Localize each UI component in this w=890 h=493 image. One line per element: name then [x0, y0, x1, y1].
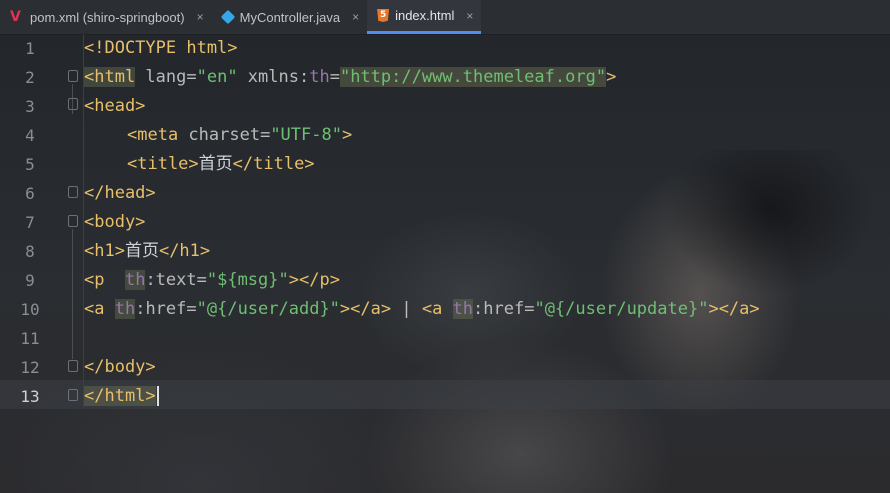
- tab-label: pom.xml (shiro-springboot): [30, 9, 185, 25]
- tag-token: </head>: [84, 183, 156, 203]
- tag-token: >: [341, 125, 353, 145]
- attr-token: :href=: [135, 299, 197, 319]
- code-line-10: <a th:href="@{/user/add}"></a> | <a th:h…: [84, 295, 760, 324]
- tag-token: <body>: [84, 212, 146, 232]
- namespace-token: th: [114, 299, 136, 319]
- code-line-12: </body>: [84, 353, 156, 382]
- tag-token: </html>: [84, 386, 156, 406]
- attr-token: xmlns:: [237, 67, 310, 87]
- value-token: "@{/user/add}": [196, 299, 340, 319]
- fold-marker-body-end[interactable]: [68, 360, 78, 372]
- value-token: "UTF-8": [270, 125, 342, 145]
- line-number: 3: [25, 97, 35, 116]
- fold-marker-head-end[interactable]: [68, 186, 78, 198]
- line-number: 10: [20, 300, 40, 319]
- tag-token: <title>: [127, 154, 199, 174]
- code-line-2: <html lang="en" xmlns:th="http://www.the…: [84, 63, 616, 92]
- line-number: 7: [25, 213, 35, 232]
- attr-token: lang=: [135, 67, 197, 87]
- text-token: |: [391, 299, 422, 319]
- html5-icon: 5: [377, 9, 390, 22]
- tag-token: <meta: [127, 125, 179, 145]
- fold-marker-html[interactable]: [68, 70, 78, 82]
- tab-label: index.html: [395, 8, 455, 23]
- attr-token: :href=: [473, 299, 535, 319]
- code-line-8: <h1>首页</h1>: [84, 237, 210, 266]
- tag-token: <head>: [84, 96, 146, 116]
- value-token: "${msg}": [206, 270, 289, 290]
- line-number: 12: [20, 358, 40, 377]
- attr-token: =: [329, 67, 340, 87]
- tag-token: </body>: [84, 357, 156, 377]
- code-line-9: <p th:text="${msg}"></p>: [84, 266, 340, 295]
- tag-token: <a: [421, 299, 453, 319]
- doctype-token: <!DOCTYPE html>: [84, 38, 238, 58]
- tab-index-html[interactable]: 5 index.html ×: [367, 0, 482, 34]
- tag-token: ></a>: [708, 299, 760, 319]
- value-token: "http://www.themeleaf.org": [339, 67, 607, 87]
- tag-token: ></p>: [288, 270, 340, 290]
- tag-token: <h1>: [84, 241, 125, 261]
- line-number: 1: [25, 39, 35, 58]
- tab-mycontroller-java[interactable]: MyController.java ×: [212, 0, 367, 34]
- attr-token: charset=: [178, 125, 271, 145]
- code-line-5: <title>首页</title>: [127, 150, 315, 179]
- code-line-7: <body>: [84, 208, 145, 237]
- line-number: 6: [25, 184, 35, 203]
- text-caret: [156, 386, 159, 406]
- fold-marker-head[interactable]: [68, 98, 78, 110]
- namespace-token: th: [124, 270, 146, 290]
- tag-token: ></a>: [339, 299, 392, 319]
- tag-token: </title>: [232, 154, 315, 174]
- code-line-4: <meta charset="UTF-8">: [127, 121, 352, 150]
- close-icon[interactable]: ×: [466, 9, 473, 23]
- tag-token: >: [606, 67, 617, 87]
- value-token: "@{/user/update}": [534, 299, 709, 319]
- java-class-icon: [220, 9, 235, 25]
- namespace-token: th: [452, 299, 474, 319]
- tag-token: </h1>: [158, 241, 211, 261]
- line-number: 8: [25, 242, 35, 261]
- line-number: 5: [25, 155, 35, 174]
- text-token: 首页: [198, 154, 233, 174]
- line-number-current: 13: [20, 387, 40, 406]
- maven-icon: V: [10, 9, 21, 25]
- code-line-3: <head>: [84, 92, 145, 121]
- fold-marker-html-end[interactable]: [68, 389, 78, 401]
- line-number: 4: [25, 126, 35, 145]
- close-icon[interactable]: ×: [352, 10, 359, 24]
- tag-token: <html: [84, 67, 136, 87]
- tag-token: <p: [84, 270, 125, 290]
- code-line-13: </html>: [84, 382, 159, 411]
- value-token: "en": [196, 67, 238, 87]
- code-editor[interactable]: 1 2 3 4 5 6 7 8 9 10 11 12 13 <!DOCTYPE …: [0, 34, 890, 493]
- fold-marker-body[interactable]: [68, 215, 78, 227]
- code-line-6: </head>: [84, 179, 156, 208]
- text-token: 首页: [124, 241, 159, 261]
- tab-label: MyController.java: [239, 9, 341, 25]
- line-number: 9: [25, 271, 35, 290]
- line-number: 11: [20, 329, 40, 348]
- line-number: 2: [25, 68, 35, 87]
- code-line-1: <!DOCTYPE html>: [84, 34, 238, 63]
- tab-pom-xml[interactable]: V pom.xml (shiro-springboot) ×: [0, 0, 212, 34]
- tag-token: <a: [84, 299, 115, 319]
- namespace-token: th: [309, 67, 330, 87]
- fold-guide: [72, 229, 73, 359]
- editor-tab-bar: V pom.xml (shiro-springboot) × MyControl…: [0, 0, 890, 35]
- attr-token: :text=: [145, 270, 207, 290]
- close-icon[interactable]: ×: [197, 10, 204, 24]
